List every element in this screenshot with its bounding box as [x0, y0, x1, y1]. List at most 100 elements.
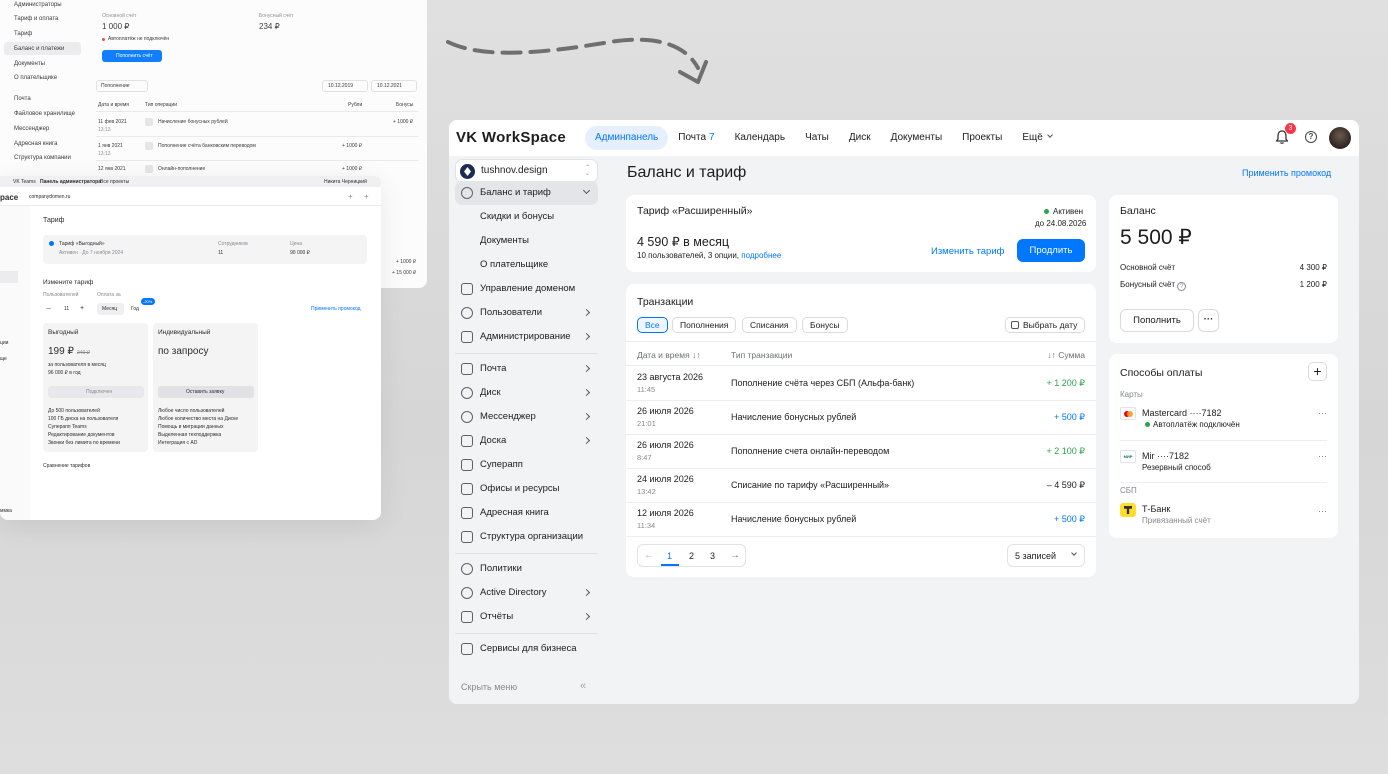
- plus-icon[interactable]: +: [364, 192, 369, 201]
- sidebar-item-balance[interactable]: Баланс и тариф: [455, 181, 598, 205]
- filter-all[interactable]: Все: [637, 317, 668, 333]
- more-button[interactable]: ···: [1198, 309, 1219, 332]
- table-row[interactable]: 24 июля 2026 13:42 Списание по тарифу «Р…: [626, 468, 1096, 502]
- sidebar-item-domain[interactable]: Управление доменом: [455, 277, 598, 301]
- shield-icon: [461, 563, 473, 575]
- bg-row-rub: + 1000 ₽: [342, 143, 363, 149]
- page-3[interactable]: 3: [710, 551, 715, 561]
- filter-bonuses[interactable]: Бонусы: [802, 317, 848, 333]
- bg-topup-button[interactable]: Пополнить счёт: [102, 50, 162, 62]
- bg2-feature: Суперапп Teams: [48, 424, 87, 430]
- sidebar-item-board[interactable]: Доска: [455, 429, 598, 453]
- nav-documents[interactable]: Документы: [881, 126, 953, 150]
- bg2-promo-link[interactable]: Применить промокод: [311, 306, 361, 312]
- sidebar-item-administration[interactable]: Администрирование: [455, 325, 598, 349]
- collapse-icon[interactable]: «: [580, 680, 586, 692]
- app-logo[interactable]: VK WorkSpace: [456, 129, 566, 146]
- table-row[interactable]: 23 августа 2026 11:45 Пополнение счёта ч…: [626, 366, 1096, 400]
- sidebar-item-active-directory[interactable]: Active Directory: [455, 581, 598, 605]
- bg-sidebar-item: Тариф: [14, 31, 33, 37]
- nav-mail[interactable]: Почта 7: [668, 126, 724, 150]
- col-sum[interactable]: ↓↑ Сумма: [1047, 350, 1085, 360]
- col-date[interactable]: Дата и время ↓↑: [637, 350, 701, 360]
- sidebar-item-mail[interactable]: Почта: [455, 357, 598, 381]
- bg2-discount-badge: -20%: [141, 298, 155, 305]
- chevron-right-icon: [582, 364, 591, 373]
- bg-date-to[interactable]: 10.12.2021: [371, 80, 417, 92]
- sidebar-item-address-book[interactable]: Адресная книга: [455, 501, 598, 525]
- org-selector[interactable]: tushnov.design ⌃ ⌄: [455, 159, 598, 183]
- grid-icon: [461, 459, 473, 471]
- topup-button[interactable]: Пополнить: [1120, 309, 1194, 332]
- bg2-plan2-price: по запросу: [158, 346, 209, 357]
- arrow-left-icon[interactable]: ←: [644, 550, 654, 561]
- sidebar-item-payer[interactable]: О плательщике: [455, 253, 598, 277]
- page-1[interactable]: 1: [667, 551, 672, 561]
- background-window-tariff: VK Teams Панель администратора Все проек…: [0, 176, 381, 520]
- sidebar-item-org-structure[interactable]: Структура организации: [455, 525, 598, 549]
- nav-projects[interactable]: Проекты: [952, 126, 1012, 150]
- sidebar-item-superapp[interactable]: Суперапп: [455, 453, 598, 477]
- extend-button[interactable]: Продлить: [1017, 239, 1085, 262]
- bg2-feature: До 500 пользователей: [48, 408, 100, 414]
- change-tariff-button[interactable]: Изменить тариф: [931, 246, 1004, 257]
- col-type: Тип транзакции: [731, 350, 793, 360]
- help-icon[interactable]: ?: [1305, 131, 1317, 143]
- nav-admin[interactable]: Админпанель: [585, 126, 669, 150]
- nav-disk[interactable]: Диск: [839, 126, 881, 150]
- arrow-right-icon[interactable]: →: [730, 550, 740, 561]
- table-row[interactable]: 12 июля 2026 11:34 Начисление бонусных р…: [626, 502, 1096, 536]
- bg2-tab[interactable]: Панель администратора: [40, 179, 101, 185]
- bg2-plan1-name: Выгодный: [48, 329, 79, 336]
- nav-calendar[interactable]: Календарь: [725, 126, 795, 150]
- card1-more-icon[interactable]: ···: [1318, 408, 1327, 418]
- date-picker-button[interactable]: Выбрать дату: [1005, 317, 1086, 333]
- per-page-select[interactable]: 5 записей: [1007, 544, 1085, 567]
- bg2-count[interactable]: 11: [64, 306, 69, 312]
- nav-chats[interactable]: Чаты: [795, 126, 839, 150]
- tbank-icon: [1120, 503, 1136, 517]
- filter-topups[interactable]: Пополнения: [672, 317, 737, 333]
- sidebar-item-policies[interactable]: Политики: [455, 557, 598, 581]
- bg2-compare-link[interactable]: Сравнение тарифов: [43, 463, 90, 469]
- filter-withdrawals[interactable]: Списания: [742, 317, 797, 333]
- promo-link[interactable]: Применить промокод: [1242, 168, 1331, 178]
- minus-icon[interactable]: —: [46, 306, 51, 312]
- bank-more-icon[interactable]: ···: [1318, 506, 1327, 516]
- bg-main-account-value: 1 000 ₽: [102, 22, 130, 31]
- more-link[interactable]: подробнее: [741, 251, 781, 260]
- notification-badge: 3: [1285, 123, 1296, 134]
- bg2-domain[interactable]: companydomen.ru: [29, 194, 70, 200]
- table-row[interactable]: 26 июля 2026 8:47 Пополнение счета онлай…: [626, 434, 1096, 468]
- plus-icon[interactable]: +: [348, 192, 353, 201]
- sidebar-item-business[interactable]: Сервисы для бизнеса: [455, 637, 598, 661]
- info-icon[interactable]: ?: [1177, 282, 1187, 291]
- plus-icon[interactable]: +: [80, 305, 84, 312]
- bg2-tab[interactable]: VK Teams: [13, 179, 36, 185]
- add-payment-button[interactable]: +: [1308, 362, 1327, 381]
- bg2-users-label: Пользователей: [43, 292, 79, 298]
- sidebar-item-documents[interactable]: Документы: [455, 229, 598, 253]
- sidebar-item-reports[interactable]: Отчёты: [455, 605, 598, 629]
- sidebar-item-users[interactable]: Пользователи: [455, 301, 598, 325]
- page-2[interactable]: 2: [689, 551, 694, 561]
- sidebar-item-disk[interactable]: Диск: [455, 381, 598, 405]
- card2-more-icon[interactable]: ···: [1318, 451, 1327, 461]
- sidebar-item-discounts[interactable]: Скидки и бонусы: [455, 205, 598, 229]
- bg-filter-select[interactable]: Пополнение: [96, 80, 148, 92]
- bg2-period-year[interactable]: Год: [131, 306, 139, 312]
- divider: [1120, 482, 1327, 483]
- table-row[interactable]: 26 июля 2026 21:01 Начисление бонусных р…: [626, 400, 1096, 434]
- sidebar-item-messenger[interactable]: Мессенджер: [455, 405, 598, 429]
- bg2-period-month[interactable]: Месяц: [97, 303, 124, 315]
- bg-date-from[interactable]: 10.12.2019: [322, 80, 368, 92]
- bg-row-time: 13:13: [98, 151, 111, 157]
- sidebar-item-offices[interactable]: Офисы и ресурсы: [455, 477, 598, 501]
- bg2-plan1-button[interactable]: Подключен: [48, 386, 144, 398]
- bg2-user[interactable]: Никита Черницкий: [324, 179, 367, 185]
- hide-menu-link[interactable]: Скрыть меню: [461, 682, 517, 692]
- bg2-plan2-button[interactable]: Оставить заявку: [158, 386, 254, 398]
- bg2-tab[interactable]: Все проекты: [100, 179, 129, 185]
- nav-more[interactable]: Ещё: [1012, 126, 1061, 150]
- avatar[interactable]: [1329, 127, 1351, 149]
